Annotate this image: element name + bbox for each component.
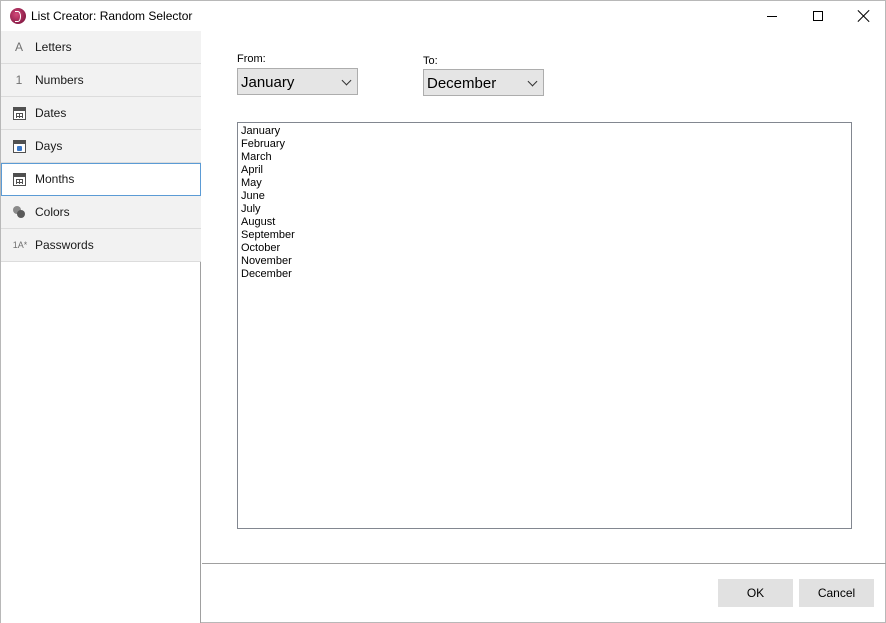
sidebar-item-months[interactable]: Months [1, 163, 201, 196]
sidebar-item-passwords[interactable]: 1A* Passwords [1, 229, 201, 262]
from-label: From: [237, 53, 266, 65]
sidebar-item-label: Dates [35, 106, 67, 120]
password-icon: 1A* [12, 240, 28, 250]
sidebar: A Letters 1 Numbers Dates Days Months Co… [1, 31, 201, 623]
sidebar-item-label: Passwords [35, 238, 94, 252]
sidebar-item-days[interactable]: Days [1, 130, 201, 163]
calendar-icon [12, 106, 26, 120]
minimize-button[interactable] [749, 1, 795, 31]
list-item: May [241, 177, 262, 189]
minimize-icon [767, 15, 777, 17]
ok-button[interactable]: OK [718, 579, 793, 607]
to-month-value: December [427, 75, 497, 92]
sidebar-item-label: Days [35, 139, 63, 153]
list-item: August [241, 216, 276, 228]
app-logo-icon [10, 8, 26, 24]
list-item: October [241, 242, 281, 254]
list-item: March [241, 151, 272, 163]
title-bar[interactable]: List Creator: Random Selector [1, 1, 885, 31]
window-title: List Creator: Random Selector [31, 9, 193, 23]
sidebar-item-label: Months [35, 172, 75, 186]
calendar-day-icon [12, 139, 26, 153]
maximize-button[interactable] [795, 1, 841, 31]
list-item: April [241, 164, 264, 176]
app-window: List Creator: Random Selector A Letters … [0, 0, 886, 623]
cancel-button[interactable]: Cancel [799, 579, 874, 607]
sidebar-item-letters[interactable]: A Letters [1, 31, 201, 64]
footer-divider [202, 563, 886, 564]
close-icon [858, 10, 870, 22]
chevron-down-icon [341, 75, 352, 86]
list-item: February [241, 138, 286, 150]
list-item: November [241, 255, 292, 267]
list-item: June [241, 190, 265, 202]
calendar-month-icon [12, 172, 26, 186]
list-item: January [241, 125, 281, 137]
sidebar-item-numbers[interactable]: 1 Numbers [1, 64, 201, 97]
to-month-select[interactable]: December [423, 69, 544, 96]
sidebar-item-label: Colors [35, 205, 70, 219]
from-month-value: January [241, 74, 295, 91]
number-one-icon: 1 [15, 73, 23, 87]
to-label: To: [423, 55, 438, 67]
from-month-select[interactable]: January [237, 68, 358, 95]
list-item: September [241, 229, 295, 241]
letter-a-icon: A [14, 40, 23, 54]
close-button[interactable] [841, 1, 886, 31]
list-item: December [241, 268, 292, 280]
maximize-icon [813, 11, 823, 21]
chevron-down-icon [527, 76, 538, 87]
colors-icon [12, 205, 26, 219]
list-item: July [241, 203, 261, 215]
sidebar-item-dates[interactable]: Dates [1, 97, 201, 130]
sidebar-item-label: Letters [35, 40, 72, 54]
sidebar-item-colors[interactable]: Colors [1, 196, 201, 229]
month-list-textbox[interactable]: January February March April May June Ju… [237, 122, 852, 529]
sidebar-item-label: Numbers [35, 73, 84, 87]
